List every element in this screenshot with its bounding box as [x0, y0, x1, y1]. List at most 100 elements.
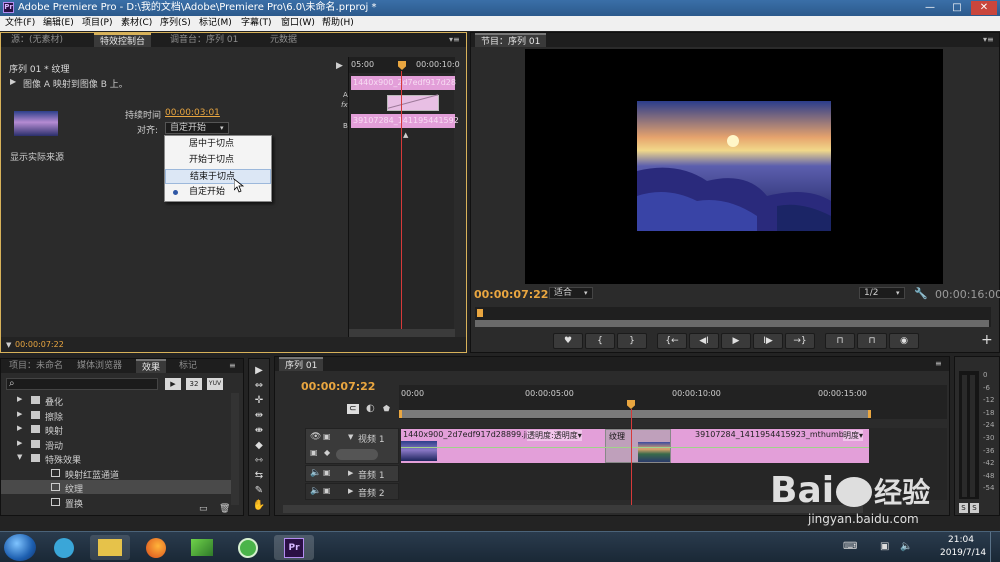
- go-to-out-button[interactable]: →}: [785, 333, 815, 349]
- menu-project[interactable]: 项目(P): [82, 17, 112, 30]
- lift-button[interactable]: ⊓: [825, 333, 855, 349]
- menu-clip[interactable]: 素材(C): [121, 17, 152, 30]
- step-back-button[interactable]: ◀I: [689, 333, 719, 349]
- media-center-icon[interactable]: [44, 535, 84, 560]
- browser-icon[interactable]: [228, 535, 268, 560]
- minimize-button[interactable]: —: [917, 1, 943, 15]
- keyframe-navigator[interactable]: [336, 449, 378, 460]
- play-button[interactable]: ▶: [721, 333, 751, 349]
- pen-tool-icon[interactable]: ✎: [251, 485, 267, 496]
- menu-sequence[interactable]: 序列(S): [160, 17, 191, 30]
- menu-help[interactable]: 帮助(H): [322, 17, 354, 30]
- clip-1[interactable]: 1440x900_2d7edf917d28899.jpg 透明度:透明度▾: [401, 429, 635, 463]
- clock-date[interactable]: 2019/7/14: [940, 548, 986, 558]
- 32bit-effects-icon[interactable]: 32: [186, 378, 202, 390]
- media-player-icon[interactable]: [182, 535, 222, 560]
- program-menu-icon[interactable]: ▾≡: [983, 35, 994, 44]
- tab-effect-controls[interactable]: 特效控制台: [94, 33, 152, 47]
- program-zoom-bar[interactable]: [475, 320, 989, 327]
- effects-tree-item[interactable]: 置换: [1, 495, 231, 510]
- timeline-timecode[interactable]: 00:00:07:22: [301, 380, 375, 393]
- align-option-center[interactable]: 居中于切点: [165, 137, 271, 152]
- footer-timecode[interactable]: 00:00:07:22: [15, 340, 64, 349]
- chevron-down-icon[interactable]: ▼: [17, 453, 22, 461]
- align-option-end[interactable]: 结束于切点: [165, 169, 271, 184]
- clip-1-effect[interactable]: 透明度:透明度▾: [527, 430, 582, 441]
- work-area-bar[interactable]: [399, 410, 871, 418]
- solo-right-button[interactable]: S: [970, 503, 979, 513]
- file-explorer-icon[interactable]: [90, 535, 130, 560]
- expand-track-icon[interactable]: ▶: [348, 469, 353, 477]
- mark-in-button[interactable]: {: [585, 333, 615, 349]
- effects-tree-item[interactable]: ▶ 映射: [1, 422, 231, 437]
- mini-scrollbar[interactable]: [349, 329, 455, 337]
- opacity-rubber-band[interactable]: [401, 447, 869, 448]
- tray-keyboard-icon[interactable]: ⌨: [843, 541, 857, 552]
- selection-tool-icon[interactable]: ▶: [251, 365, 267, 376]
- razor-tool-icon[interactable]: ◆: [251, 440, 267, 451]
- lock-toggle-icon[interactable]: ▣: [323, 432, 331, 441]
- eye-icon[interactable]: 👁: [310, 432, 321, 442]
- align-select[interactable]: 自定开始 ▾: [165, 122, 229, 134]
- add-marker-button[interactable]: ♥: [553, 333, 583, 349]
- delete-icon[interactable]: 🗑: [219, 504, 230, 514]
- lock-toggle-icon[interactable]: ▣: [323, 468, 331, 477]
- transition-clip[interactable]: 纹理: [605, 429, 671, 463]
- add-marker-icon[interactable]: ◐: [366, 403, 375, 414]
- effects-search-input[interactable]: ⌕: [6, 378, 158, 390]
- add-button[interactable]: +: [981, 332, 993, 348]
- effects-tree-item[interactable]: 映射红蓝通道: [1, 466, 231, 481]
- speaker-icon[interactable]: 🔈: [310, 486, 321, 496]
- display-style-icon[interactable]: ▣: [310, 448, 318, 457]
- step-forward-button[interactable]: I▶: [753, 333, 783, 349]
- clock-time[interactable]: 21:04: [948, 535, 974, 545]
- marker-icon[interactable]: ⬟: [383, 404, 390, 413]
- timeline-menu-icon[interactable]: ≡: [935, 359, 942, 368]
- lock-toggle-icon[interactable]: ▣: [323, 486, 331, 495]
- tab-markers[interactable]: 标记: [173, 359, 203, 373]
- fit-select[interactable]: 适合 ▾: [549, 287, 593, 299]
- effects-menu-icon[interactable]: ≡: [229, 361, 236, 370]
- premiere-taskbar-icon[interactable]: Pr: [274, 535, 314, 560]
- wrench-icon[interactable]: 🔧: [914, 287, 928, 300]
- effects-tree-item[interactable]: ▼ 特殊效果: [1, 451, 231, 466]
- clip-2[interactable]: 39107284_1411954415923_mthumb.jpg 明度▾: [671, 429, 869, 463]
- program-video-frame[interactable]: [525, 49, 943, 284]
- chevron-right-icon[interactable]: ▶: [17, 439, 22, 447]
- mark-out-button[interactable]: }: [617, 333, 647, 349]
- tab-metadata[interactable]: 元数据: [264, 33, 303, 47]
- menu-title[interactable]: 字幕(T): [241, 17, 272, 30]
- tab-sequence-01[interactable]: 序列 01: [279, 357, 324, 371]
- show-actual-sources[interactable]: 显示实际来源: [10, 150, 64, 163]
- effects-tree-item[interactable]: ▶ 叠化: [1, 393, 231, 408]
- rolling-edit-tool-icon[interactable]: ⇹: [251, 410, 267, 421]
- yuv-effects-icon[interactable]: YUV: [207, 378, 223, 390]
- track-select-tool-icon[interactable]: ⇔: [251, 380, 267, 391]
- align-option-start[interactable]: 开始于切点: [165, 153, 271, 168]
- panel-menu-icon[interactable]: ▾≡: [449, 35, 460, 44]
- transition-bar[interactable]: [387, 95, 439, 111]
- snap-icon[interactable]: ⊂: [347, 404, 359, 414]
- effects-tree-item[interactable]: ▶ 滑动: [1, 437, 231, 452]
- extract-button[interactable]: ⊓: [857, 333, 887, 349]
- chevron-right-icon[interactable]: ▶: [17, 424, 22, 432]
- menu-edit[interactable]: 编辑(E): [43, 17, 74, 30]
- go-to-in-button[interactable]: {←: [657, 333, 687, 349]
- align-option-custom[interactable]: 自定开始: [165, 185, 271, 200]
- tab-audio-mixer[interactable]: 调音台：序列 01: [164, 33, 244, 47]
- close-button[interactable]: ✕: [971, 1, 997, 15]
- tab-program[interactable]: 节目：序列 01: [475, 33, 547, 47]
- export-frame-button[interactable]: ◉: [889, 333, 919, 349]
- menu-marker[interactable]: 标记(M): [199, 17, 232, 30]
- tray-volume-icon[interactable]: 🔈: [900, 541, 912, 552]
- tab-project[interactable]: 项目：未命名: [3, 359, 69, 373]
- play-transition-icon[interactable]: ▶: [10, 77, 16, 86]
- tab-media-browser[interactable]: 媒体浏览器: [71, 359, 128, 373]
- menu-window[interactable]: 窗口(W): [281, 17, 315, 30]
- expand-arrow-icon[interactable]: ▶: [336, 61, 343, 71]
- rate-stretch-tool-icon[interactable]: ⇼: [251, 425, 267, 436]
- audio-2-track-header[interactable]: 🔈 ▣ ▶ 音频 2: [305, 483, 399, 500]
- start-button-icon[interactable]: [4, 534, 36, 561]
- maximize-button[interactable]: □: [944, 1, 970, 15]
- expand-track-icon[interactable]: ▶: [348, 487, 353, 495]
